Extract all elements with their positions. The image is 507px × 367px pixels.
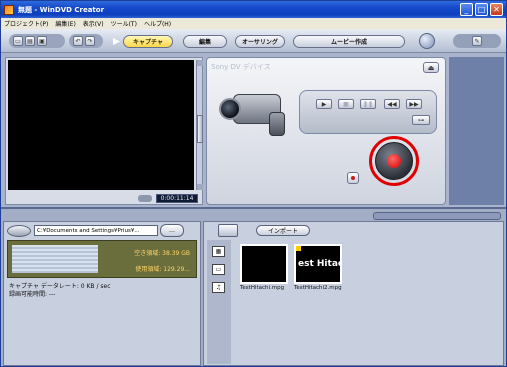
media-filename: TestHitachi.mpg <box>240 285 285 291</box>
folder-icon[interactable] <box>218 224 238 237</box>
maximize-button[interactable]: □ <box>475 3 488 16</box>
settings-tool-group[interactable]: ✎ <box>453 34 501 48</box>
menu-bar: プロジェクト(P) 編集(E) 表示(V) ツール(T) ヘルプ(H) <box>1 18 506 29</box>
media-type-toolbar: ▦ ▭ ♫ <box>207 240 231 364</box>
rewind-button[interactable]: ◀◀ <box>384 99 400 109</box>
new-project-button[interactable]: ▭ <box>13 36 23 46</box>
menu-help[interactable]: ヘルプ(H) <box>144 19 171 28</box>
thumbnail-caption: est Hitach <box>298 259 340 269</box>
record-time-label: 録画可能時間: --- <box>9 291 56 298</box>
record-button[interactable] <box>375 142 413 180</box>
preview-scrollbar[interactable] <box>196 60 203 190</box>
record-icon <box>387 154 401 168</box>
undo-button[interactable]: ↶ <box>73 36 83 46</box>
window-title: 無題 - WinDVD Creator <box>18 5 105 14</box>
device-title: Sony DV デバイス <box>211 63 271 71</box>
new-item-flag <box>296 246 301 251</box>
app-window: 無題 - WinDVD Creator _ □ ✕ プロジェクト(P) 編集(E… <box>0 0 507 367</box>
free-space-label: 空き領域: 38.39 GB <box>134 250 190 257</box>
capture-progress-bar <box>373 212 501 220</box>
minimize-button[interactable]: _ <box>460 3 473 16</box>
file-tool-group: ▭ ▤ ▣ <box>9 34 65 48</box>
menu-tools[interactable]: ツール(T) <box>111 19 137 28</box>
import-button[interactable]: インポート <box>256 225 310 236</box>
fast-forward-button[interactable]: ▶▶ <box>406 99 422 109</box>
capture-settings-panel: C:¥Documents and Settings¥Prius¥... … 空き… <box>3 221 201 366</box>
used-space-label: 使用領域: 129.29... <box>135 266 190 273</box>
pause-button[interactable]: ❚❚ <box>360 99 376 109</box>
video-filter-icon[interactable]: ▦ <box>212 246 225 257</box>
window-controls: _ □ ✕ <box>460 3 503 16</box>
tab-capture[interactable]: キャプチャ <box>123 35 173 48</box>
menu-view[interactable]: 表示(V) <box>83 19 104 28</box>
timecode-toggle-button[interactable] <box>138 195 152 202</box>
drive-icon <box>7 225 31 237</box>
tools-button[interactable]: ✎ <box>472 36 482 46</box>
title-bar: 無題 - WinDVD Creator _ □ ✕ <box>1 1 506 18</box>
capture-path-field[interactable]: C:¥Documents and Settings¥Prius¥... <box>34 225 158 236</box>
camcorder-icon <box>219 86 295 138</box>
edit-mode-button[interactable]: ⊶ <box>412 115 430 125</box>
browse-folder-button[interactable]: … <box>160 224 184 237</box>
menu-project[interactable]: プロジェクト(P) <box>4 19 48 28</box>
capture-info: キャプチャ データレート: 0 KB / sec 録画可能時間: --- <box>9 283 111 299</box>
undo-tool-group: ↶ ↷ <box>69 34 103 48</box>
stop-button[interactable]: ■ <box>338 99 354 109</box>
main-toolbar: ▭ ▤ ▣ ↶ ↷ キャプチャ 編集 オーサリング ムービー作成 ✎ <box>1 29 506 53</box>
tab-create-movie[interactable]: ムービー作成 <box>293 35 405 48</box>
data-rate-label: キャプチャ データレート: 0 KB / sec <box>9 283 111 290</box>
transport-controls: ▶ ■ ❚❚ ◀◀ ▶▶ ⊶ <box>299 90 437 134</box>
tab-authoring[interactable]: オーサリング <box>235 35 285 48</box>
media-item-2[interactable]: est Hitach TestHitachi2.mpg <box>294 244 342 291</box>
menu-edit[interactable]: 編集(E) <box>55 19 75 28</box>
disk-space-meter: 空き領域: 38.39 GB 使用領域: 129.29... <box>7 240 197 278</box>
image-filter-icon[interactable]: ▭ <box>212 264 225 275</box>
media-filename: TestHitachi2.mpg <box>294 285 342 291</box>
right-side-strip <box>449 57 504 205</box>
media-thumbnail[interactable]: est Hitach <box>294 244 342 284</box>
app-icon <box>4 4 14 15</box>
eject-icon[interactable]: ⏏ <box>423 62 439 73</box>
video-preview <box>8 60 194 190</box>
scroll-thumb[interactable] <box>197 115 203 143</box>
preview-pane: 0:00:11:14 <box>5 57 203 205</box>
device-panel: Sony DV デバイス ⏏ ▶ ■ ❚❚ ◀◀ ▶▶ ⊶ <box>206 57 446 205</box>
save-project-button[interactable]: ▣ <box>37 36 47 46</box>
step-arrow-icon <box>113 38 120 45</box>
play-button[interactable]: ▶ <box>316 99 332 109</box>
tab-edit[interactable]: 編集 <box>183 35 227 48</box>
close-button[interactable]: ✕ <box>490 3 503 16</box>
scroll-down-arrow[interactable] <box>197 184 203 190</box>
media-item-1[interactable]: TestHitachi.mpg <box>240 244 288 291</box>
redo-button[interactable]: ↷ <box>85 36 95 46</box>
music-filter-icon[interactable]: ♫ <box>212 282 225 293</box>
lower-area: C:¥Documents and Settings¥Prius¥... … 空き… <box>1 207 506 366</box>
open-project-button[interactable]: ▤ <box>25 36 35 46</box>
scroll-up-arrow[interactable] <box>197 60 203 66</box>
globe-icon[interactable] <box>419 33 435 49</box>
snapshot-button[interactable] <box>347 172 359 184</box>
media-library-panel: インポート ▦ ▭ ♫ TestHitachi.mpg est Hitach <box>203 221 504 366</box>
timecode-display: 0:00:11:14 <box>156 194 198 203</box>
disk-usage-bar <box>12 245 98 273</box>
media-grid: TestHitachi.mpg est Hitach TestHitachi2.… <box>234 240 502 364</box>
media-thumbnail[interactable] <box>240 244 288 284</box>
